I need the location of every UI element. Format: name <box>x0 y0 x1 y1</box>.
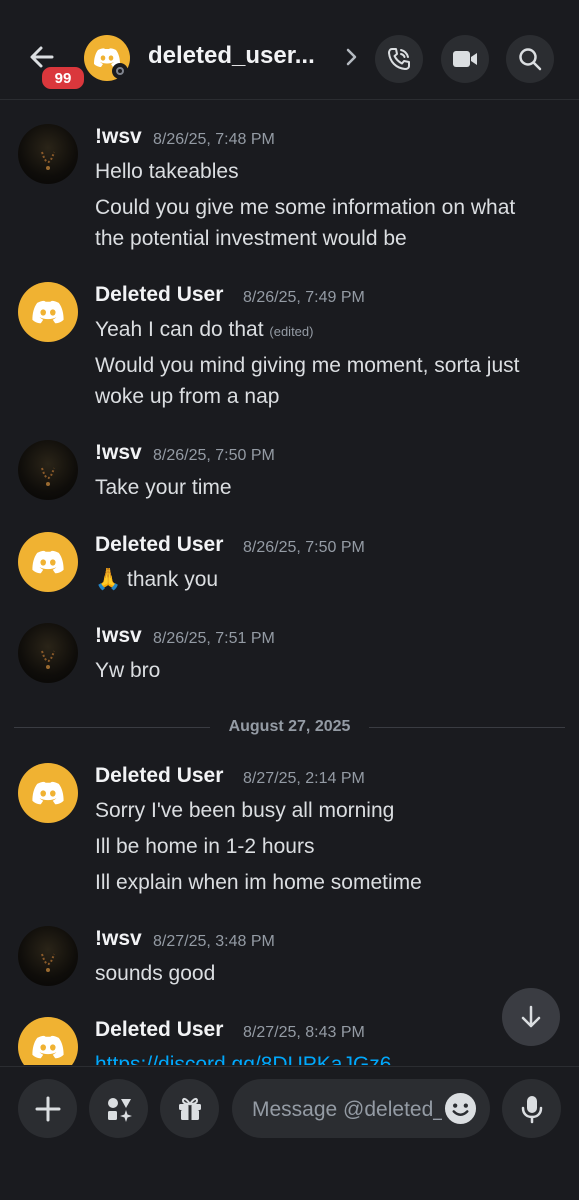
voice-message-button[interactable] <box>502 1079 561 1138</box>
user-avatar[interactable] <box>18 623 78 683</box>
header-title[interactable]: deleted_user... <box>148 42 330 70</box>
discord-logo-icon <box>32 300 64 323</box>
message-text: Yeah I can do that (edited) <box>95 318 313 342</box>
chain-necklace-icon <box>41 650 55 669</box>
user-avatar[interactable] <box>18 282 78 342</box>
status-indicator <box>112 63 128 79</box>
video-call-button[interactable] <box>441 35 489 83</box>
message-text: the potential investment would be <box>95 227 407 250</box>
search-icon <box>519 48 542 71</box>
jump-to-present-button[interactable] <box>502 988 560 1046</box>
message-author[interactable]: !wsv <box>95 125 142 149</box>
discord-logo-icon <box>32 1035 64 1058</box>
microphone-icon <box>521 1095 542 1123</box>
message-author[interactable]: Deleted User <box>95 533 223 557</box>
voice-call-button[interactable] <box>375 35 423 83</box>
emoji-icon[interactable] <box>444 1092 477 1125</box>
message-composer <box>0 1066 579 1200</box>
user-avatar[interactable] <box>18 440 78 500</box>
gift-button[interactable] <box>160 1079 219 1138</box>
message-timestamp: 8/26/25, 7:51 PM <box>153 630 275 647</box>
search-button[interactable] <box>506 35 554 83</box>
chain-necklace-icon <box>41 467 55 486</box>
edited-label: (edited) <box>269 324 314 339</box>
arrow-down-icon <box>521 1005 541 1028</box>
message-text: Take your time <box>95 476 232 499</box>
message-author[interactable]: !wsv <box>95 624 142 648</box>
chain-necklace-icon <box>41 151 55 170</box>
message-text: Would you mind giving me moment, sorta j… <box>95 354 520 377</box>
apps-sparkle-icon <box>107 1097 132 1122</box>
unread-badge: 99 <box>40 65 86 91</box>
message-input[interactable] <box>250 1079 444 1140</box>
message-timestamp: 8/27/25, 8:43 PM <box>243 1024 365 1041</box>
message-author[interactable]: Deleted User <box>95 283 223 307</box>
invite-link[interactable]: https://discord.gg/8DUPKaJGz6 <box>95 1053 391 1065</box>
message-timestamp: 8/26/25, 7:48 PM <box>153 131 275 148</box>
chain-necklace-icon <box>41 953 55 972</box>
message-text: Hello takeables <box>95 160 239 183</box>
message-list[interactable]: !wsv 8/26/25, 7:48 PM Hello takeables Co… <box>0 100 579 1065</box>
gift-icon <box>178 1097 201 1120</box>
chat-header: 99 deleted_user... <box>0 0 579 100</box>
message-text: woke up from a nap <box>95 385 280 408</box>
date-divider: August 27, 2025 <box>14 716 565 740</box>
add-attachment-button[interactable] <box>18 1079 77 1138</box>
user-avatar[interactable] <box>18 124 78 184</box>
phone-call-icon <box>388 48 410 70</box>
discord-logo-icon <box>32 781 64 804</box>
message-author[interactable]: Deleted User <box>95 1018 223 1042</box>
message-timestamp: 8/27/25, 2:14 PM <box>243 770 365 787</box>
message-text: Could you give me some information on wh… <box>95 196 516 219</box>
plus-icon <box>35 1096 60 1121</box>
message-text-content: Yeah I can do that <box>95 318 264 341</box>
message-timestamp: 8/26/25, 7:49 PM <box>243 289 365 306</box>
message-text: Ill explain when im home sometime <box>95 871 422 894</box>
message-text: Yw bro <box>95 659 161 682</box>
message-author[interactable]: !wsv <box>95 927 142 951</box>
message-text: Ill be home in 1-2 hours <box>95 835 315 858</box>
user-avatar[interactable] <box>18 1017 78 1065</box>
message-text: Sorry I've been busy all morning <box>95 799 395 822</box>
user-avatar[interactable] <box>18 763 78 823</box>
message-text: sounds good <box>95 962 216 985</box>
discord-logo-icon <box>32 550 64 573</box>
message-author[interactable]: !wsv <box>95 441 142 465</box>
message-timestamp: 8/26/25, 7:50 PM <box>153 447 275 464</box>
video-camera-icon <box>453 51 477 67</box>
date-divider-label: August 27, 2025 <box>228 718 351 735</box>
user-avatar[interactable] <box>18 532 78 592</box>
apps-button[interactable] <box>89 1079 148 1138</box>
user-avatar[interactable] <box>18 926 78 986</box>
message-timestamp: 8/26/25, 7:50 PM <box>243 539 365 556</box>
message-author[interactable]: Deleted User <box>95 764 223 788</box>
chevron-right-icon[interactable] <box>343 46 359 68</box>
message-text: 🙏 thank you <box>95 568 219 591</box>
message-timestamp: 8/27/25, 3:48 PM <box>153 933 275 950</box>
message-input-container[interactable] <box>232 1079 490 1140</box>
